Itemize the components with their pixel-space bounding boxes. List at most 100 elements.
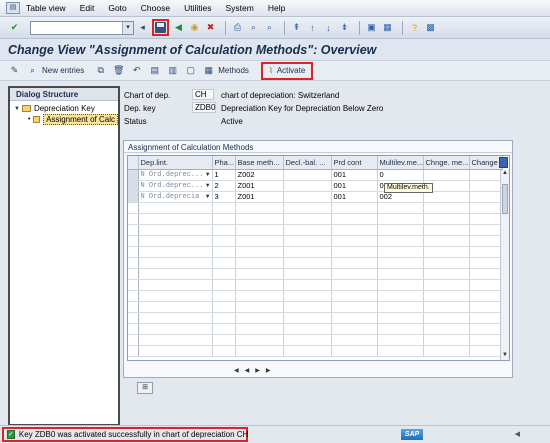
back-icon[interactable]: ◀ <box>172 21 185 34</box>
empty-cell[interactable] <box>331 202 378 214</box>
change-cell[interactable] <box>469 169 503 181</box>
column-header[interactable]: Chnge. me... <box>423 156 470 170</box>
decl-bal-cell[interactable] <box>283 191 332 203</box>
row-selector[interactable] <box>128 213 139 225</box>
empty-cell[interactable] <box>138 202 213 214</box>
empty-cell[interactable] <box>331 301 378 313</box>
menu-system[interactable]: System <box>226 3 254 13</box>
print-icon[interactable]: ⎙ <box>231 21 244 34</box>
empty-cell[interactable] <box>331 279 378 291</box>
row-selector[interactable] <box>128 191 139 203</box>
find-icon[interactable]: ⌕ <box>247 21 260 34</box>
scroll-first-icon[interactable]: ◀ <box>234 367 239 374</box>
row-selector[interactable] <box>128 312 139 324</box>
phase-cell[interactable]: 3 <box>212 191 236 203</box>
empty-cell[interactable] <box>331 323 378 335</box>
empty-cell[interactable] <box>469 312 503 324</box>
empty-cell[interactable] <box>423 246 470 258</box>
next-page-icon[interactable]: ↓ <box>322 21 335 34</box>
empty-cell[interactable] <box>235 235 284 247</box>
empty-cell[interactable] <box>235 290 284 302</box>
row-selector[interactable] <box>128 257 139 269</box>
help-icon[interactable]: ? <box>408 21 421 34</box>
menu-choose[interactable]: Choose <box>141 3 170 13</box>
empty-table-row[interactable] <box>128 235 503 247</box>
empty-cell[interactable] <box>235 334 284 346</box>
menu-table-view[interactable]: Table view <box>26 3 66 13</box>
empty-cell[interactable] <box>283 224 332 236</box>
copy-icon[interactable]: ⧉ <box>94 64 107 77</box>
empty-cell[interactable] <box>377 213 424 225</box>
row-selector[interactable] <box>128 169 139 181</box>
empty-table-row[interactable] <box>128 279 503 291</box>
empty-table-row[interactable] <box>128 202 503 214</box>
empty-cell[interactable] <box>331 312 378 324</box>
empty-cell[interactable] <box>235 301 284 313</box>
empty-cell[interactable] <box>138 345 213 357</box>
column-header[interactable]: Multilev.me... <box>377 156 424 170</box>
base-method-cell[interactable]: Z002 <box>235 169 284 181</box>
empty-cell[interactable] <box>377 202 424 214</box>
phase-cell[interactable]: 2 <box>212 180 236 192</box>
empty-table-row[interactable] <box>128 334 503 346</box>
empty-table-row[interactable] <box>128 323 503 335</box>
scroll-right-icon[interactable]: ▶ <box>255 367 260 374</box>
empty-cell[interactable] <box>283 235 332 247</box>
last-page-icon[interactable]: ⇟ <box>338 21 351 34</box>
empty-cell[interactable] <box>377 224 424 236</box>
column-header[interactable]: Base meth... <box>235 156 284 170</box>
new-entries-button[interactable]: New entries <box>42 66 84 75</box>
empty-cell[interactable] <box>138 246 213 258</box>
empty-cell[interactable] <box>469 345 503 357</box>
empty-cell[interactable] <box>423 268 470 280</box>
chnge-method-cell[interactable] <box>423 169 470 181</box>
empty-cell[interactable] <box>331 268 378 280</box>
empty-cell[interactable] <box>235 323 284 335</box>
scroll-left-icon[interactable]: ◀ <box>245 367 250 374</box>
empty-cell[interactable] <box>423 235 470 247</box>
select-all-icon[interactable]: ▤ <box>148 64 161 77</box>
empty-cell[interactable] <box>469 235 503 247</box>
empty-cell[interactable] <box>469 246 503 258</box>
empty-cell[interactable] <box>469 334 503 346</box>
first-page-icon[interactable]: ⇞ <box>290 21 303 34</box>
empty-cell[interactable] <box>377 290 424 302</box>
save-button[interactable] <box>152 19 169 36</box>
sap-menu-icon[interactable]: ▤ <box>6 2 20 14</box>
empty-cell[interactable] <box>138 213 213 225</box>
scroll-down-icon[interactable]: ▼ <box>501 352 509 360</box>
empty-cell[interactable] <box>377 257 424 269</box>
empty-cell[interactable] <box>283 246 332 258</box>
empty-cell[interactable] <box>377 334 424 346</box>
empty-table-row[interactable] <box>128 290 503 302</box>
row-selector[interactable] <box>128 290 139 302</box>
empty-cell[interactable] <box>469 268 503 280</box>
new-session-icon[interactable]: ▣ <box>365 21 378 34</box>
scroll-last-icon[interactable]: ▶ <box>266 367 271 374</box>
empty-cell[interactable] <box>283 257 332 269</box>
status-message-box[interactable]: ✓ Key ZDB0 was activated successfully in… <box>2 427 248 442</box>
vertical-scrollbar[interactable]: ▲ ▼ <box>500 170 509 360</box>
empty-cell[interactable] <box>377 312 424 324</box>
empty-table-row[interactable] <box>128 257 503 269</box>
row-selector[interactable] <box>128 345 139 357</box>
empty-cell[interactable] <box>469 323 503 335</box>
decl-bal-cell[interactable] <box>283 169 332 181</box>
change-display-icon[interactable]: ✎ <box>8 64 21 77</box>
dep-lint-cell[interactable]: N Ord.deprec... ▼ <box>138 169 213 181</box>
empty-table-row[interactable] <box>128 312 503 324</box>
empty-cell[interactable] <box>283 290 332 302</box>
empty-cell[interactable] <box>138 312 213 324</box>
empty-cell[interactable] <box>138 334 213 346</box>
row-selector[interactable] <box>128 268 139 280</box>
status-expand-icon[interactable]: ◀ <box>515 430 520 438</box>
dropdown-arrow-icon[interactable]: ▼ <box>206 171 210 178</box>
exit-icon[interactable]: ◉ <box>188 21 201 34</box>
empty-cell[interactable] <box>138 323 213 335</box>
row-selector[interactable] <box>128 180 139 192</box>
dropdown-arrow-icon[interactable]: ▼ <box>206 182 210 189</box>
empty-cell[interactable] <box>423 213 470 225</box>
empty-cell[interactable] <box>235 312 284 324</box>
column-header[interactable]: Decl.-bal. ... <box>283 156 332 170</box>
phase-cell[interactable]: 1 <box>212 169 236 181</box>
